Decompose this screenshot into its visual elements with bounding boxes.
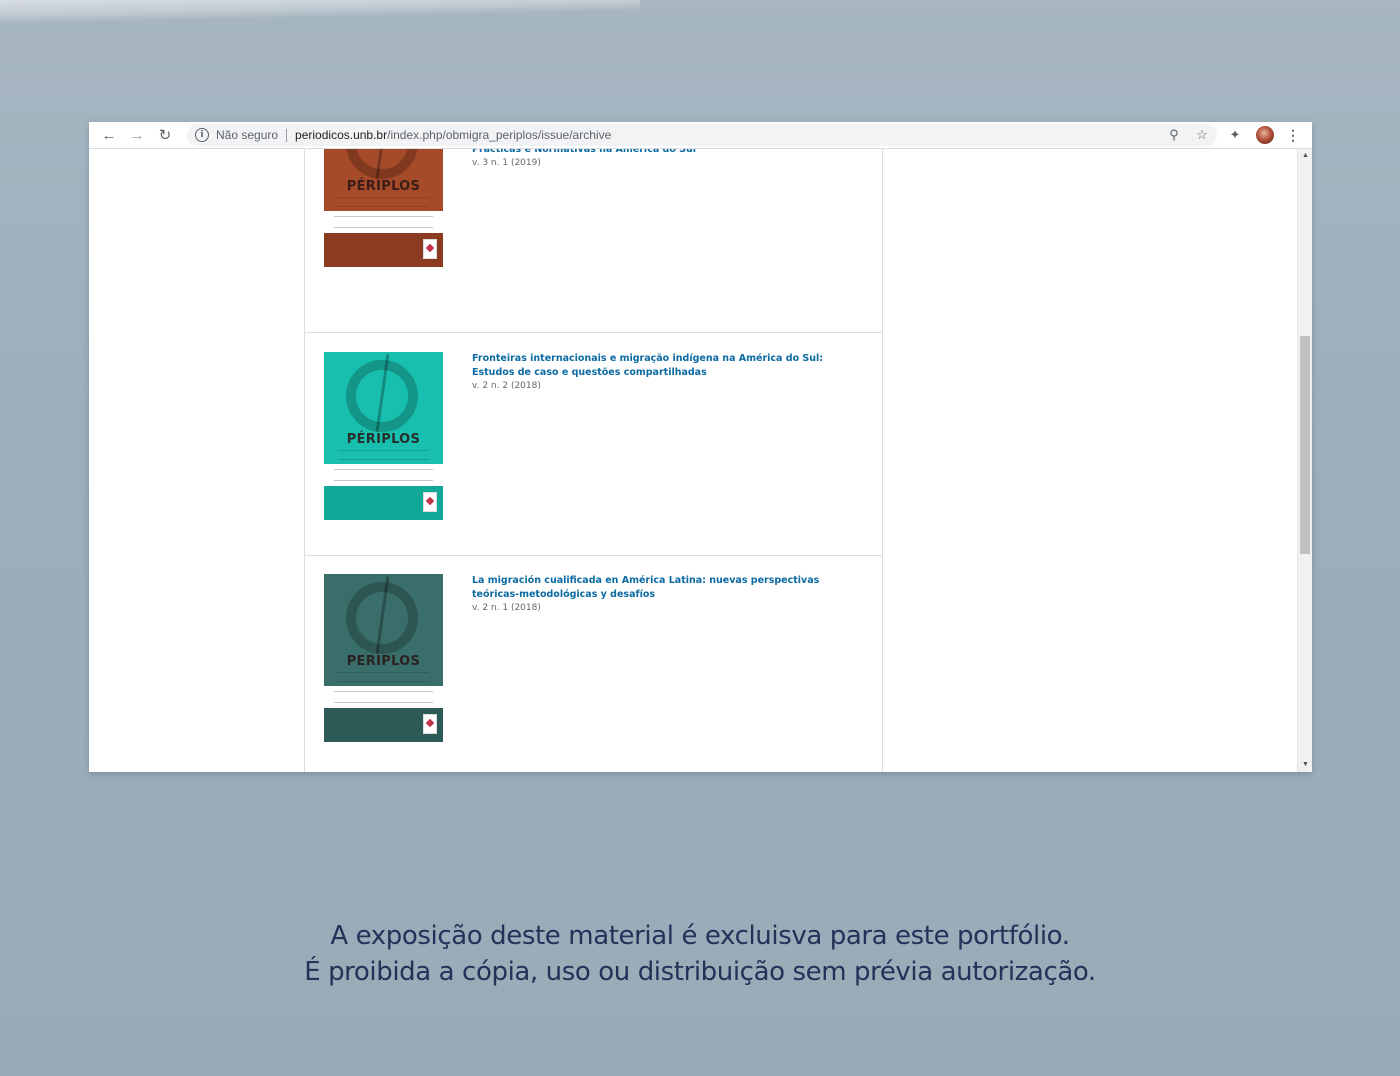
security-label[interactable]: Não seguro (216, 128, 278, 142)
browser-toolbar: ← → ↻ i Não seguro periodicos.unb.br/ind… (89, 122, 1312, 149)
issue-series: v. 3 n. 1 (2019) (472, 158, 541, 168)
publisher-logo-icon (423, 714, 437, 734)
issue-meta: Prácticas e Normativas na América do Sul… (472, 149, 864, 170)
arrow-right-icon[interactable]: → (123, 124, 151, 146)
star-icon[interactable]: ☆ (1193, 127, 1211, 143)
cover-text-lines (334, 691, 433, 703)
address-bar-actions: ⚲ ☆ (1165, 124, 1211, 146)
address-bar[interactable]: i Não seguro periodicos.unb.br/index.php… (187, 124, 1217, 146)
issue-item: PÉRIPLOS Fronteiras internacionais e mig… (305, 332, 882, 556)
publisher-logo-icon (423, 492, 437, 512)
copyright-notice: A exposição deste material é excluisva p… (0, 918, 1400, 990)
url-host[interactable]: periodicos.unb.br (295, 128, 387, 142)
issue-archive-list: PÉRIPLOS Prácticas e Normativas na Améri… (304, 149, 883, 772)
vertical-scrollbar[interactable]: ▲ ▼ (1297, 149, 1312, 772)
reload-icon[interactable]: ↻ (151, 124, 179, 146)
issue-title-link[interactable]: Prácticas e Normativas na América do Sul (472, 149, 864, 157)
page-viewport: PÉRIPLOS Prácticas e Normativas na Améri… (89, 149, 1312, 772)
avatar[interactable] (1256, 126, 1274, 144)
cover-brand: PÉRIPLOS (346, 179, 421, 194)
cover-subtitle-lines (338, 450, 429, 460)
issue-series: v. 2 n. 2 (2018) (472, 381, 541, 391)
issue-meta: Fronteiras internacionais e migração ind… (472, 352, 864, 393)
cover-brand: PERIPLOS (346, 654, 421, 669)
issue-cover[interactable]: PÉRIPLOS (324, 149, 443, 267)
scroll-down-arrow-icon[interactable]: ▼ (1298, 758, 1313, 772)
puzzle-icon[interactable]: ✦ (1226, 127, 1244, 143)
browser-window: ← → ↻ i Não seguro periodicos.unb.br/ind… (89, 122, 1312, 772)
kebab-menu-icon[interactable]: ⋮ (1286, 127, 1300, 144)
cover-brand: PÉRIPLOS (346, 432, 421, 447)
zoom-icon[interactable]: ⚲ (1165, 127, 1183, 143)
issue-cover[interactable]: PERIPLOS (324, 574, 443, 742)
issue-item: PERIPLOS La migración cualificada en Amé… (305, 555, 882, 772)
address-separator (286, 128, 288, 142)
cover-subtitle-lines (338, 672, 429, 682)
publisher-logo-icon (423, 239, 437, 259)
url-path[interactable]: /index.php/obmigra_periplos/issue/archiv… (387, 128, 611, 142)
toolbar-actions: ✦ ⋮ (1226, 122, 1300, 148)
issue-item: PÉRIPLOS Prácticas e Normativas na Améri… (305, 149, 882, 333)
scroll-thumb[interactable] (1300, 336, 1310, 554)
issue-title-link[interactable]: La migración cualificada en América Lati… (472, 574, 864, 602)
cover-text-lines (334, 216, 433, 228)
scroll-up-arrow-icon[interactable]: ▲ (1298, 149, 1313, 163)
cover-subtitle-lines (338, 197, 429, 207)
issue-cover[interactable]: PÉRIPLOS (324, 352, 443, 520)
issue-title-link[interactable]: Fronteiras internacionais e migração ind… (472, 352, 864, 380)
issue-meta: La migración cualificada en América Lati… (472, 574, 864, 615)
info-icon[interactable]: i (195, 128, 209, 142)
issue-series: v. 2 n. 1 (2018) (472, 603, 541, 613)
arrow-left-icon[interactable]: ← (95, 124, 123, 146)
copyright-line-1: A exposição deste material é excluisva p… (330, 921, 1070, 951)
copyright-line-2: É proibida a cópia, uso ou distribuição … (304, 957, 1096, 987)
cover-text-lines (334, 469, 433, 481)
